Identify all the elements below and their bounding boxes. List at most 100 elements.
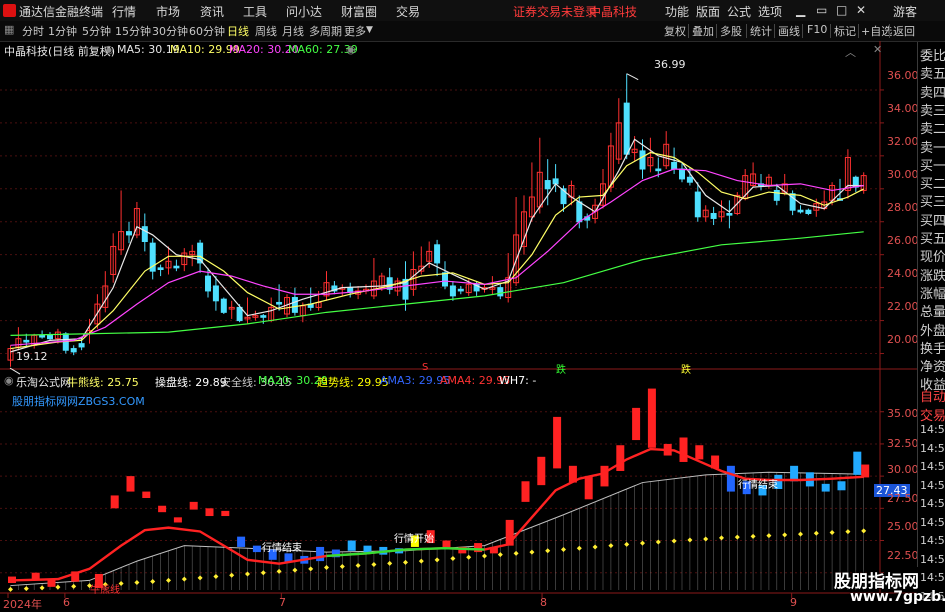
candle-body <box>39 334 46 338</box>
y-tick: 34.00 <box>887 102 919 115</box>
tick-time: 14:56 <box>920 552 945 566</box>
signal-bar <box>442 540 451 549</box>
candle <box>118 190 125 255</box>
candle-body <box>639 150 646 170</box>
candle-body <box>276 301 283 305</box>
bull-bear-dot <box>181 576 187 582</box>
bull-bear-dot <box>39 585 45 591</box>
signal-bar <box>837 481 846 491</box>
x-tick: 6 <box>63 596 70 609</box>
kline-chart[interactable] <box>0 0 945 609</box>
trade-tab[interactable]: 交易 <box>920 405 945 424</box>
tick-time: 14:56 <box>920 478 945 492</box>
bull-bear-dot <box>703 536 709 542</box>
bull-bear-dot <box>766 533 772 539</box>
candle <box>363 284 369 295</box>
settings-icon[interactable]: ◉ <box>104 43 114 56</box>
signal-marker: 跌 <box>681 365 691 376</box>
x-tick: 9 <box>790 596 797 609</box>
y-tick: 32.00 <box>887 135 919 148</box>
candle-body <box>805 209 812 214</box>
candle <box>449 281 456 301</box>
candle-body <box>442 272 448 287</box>
quote-row-label: 换手 <box>920 341 945 357</box>
candle-body <box>671 161 678 170</box>
bull-bear-dot <box>8 586 13 592</box>
candle <box>141 213 148 252</box>
y-tick: 30.00 <box>887 463 919 476</box>
quote-row-label: 总量 <box>920 305 945 321</box>
bull-bear-dot <box>592 544 598 550</box>
candle <box>165 246 172 275</box>
candle <box>228 300 235 319</box>
settings-icon[interactable]: ◉ <box>4 374 14 387</box>
signal-bar <box>142 491 151 499</box>
candle <box>434 239 441 277</box>
trade-tab[interactable]: 自动 <box>920 386 945 405</box>
bull-bear-dot <box>324 565 329 571</box>
candle <box>252 310 259 321</box>
candle <box>110 233 117 283</box>
signal-bar <box>221 510 230 517</box>
candle <box>647 137 654 173</box>
bull-bear-dot <box>308 566 314 572</box>
signal-bar <box>252 545 261 553</box>
candle-body <box>694 191 701 218</box>
y-tick: 22.50 <box>887 549 919 562</box>
bull-bear-dot <box>166 577 171 583</box>
quote-row-label: 卖四 <box>920 85 945 101</box>
stock-label: 中晶科技(日线 前复权) <box>4 45 116 58</box>
candle <box>852 175 859 193</box>
quote-row-label: 现价 <box>920 250 945 266</box>
bull-bear-dot <box>845 529 851 535</box>
candle <box>528 162 535 222</box>
x-tick: 8 <box>540 596 547 609</box>
indicator-value: 趋势线: 29.95 <box>317 376 389 389</box>
candle-body <box>260 315 267 318</box>
candle <box>758 173 764 191</box>
bull-bear-dot <box>513 550 519 556</box>
quote-row-label: 外盘 <box>920 323 945 339</box>
candle <box>552 164 559 193</box>
bull-bear-dot <box>260 570 266 576</box>
signal-bar <box>110 495 119 509</box>
candle <box>489 276 496 295</box>
quote-row-label: 买一 <box>920 158 945 174</box>
bull-bear-dot <box>134 579 140 585</box>
chevron-up-icon[interactable]: ︿ <box>845 44 856 60</box>
candle <box>797 205 804 214</box>
candle <box>370 257 377 300</box>
bull-bear-dot <box>608 543 614 549</box>
candle-body <box>236 306 243 322</box>
signal-marker: S <box>422 362 429 373</box>
candle <box>710 206 717 226</box>
candle-body <box>212 285 219 302</box>
y-tick: 24.00 <box>887 267 919 280</box>
high-price-label: 36.99 <box>654 58 686 71</box>
signal-bar <box>726 465 735 492</box>
candle-body <box>623 102 630 155</box>
tick-time: 14:56 <box>920 423 945 436</box>
signal-bar <box>158 505 167 513</box>
bull-bear-dot <box>671 538 677 544</box>
indicator-value: 牛熊线: 25.75 <box>67 376 139 389</box>
signal-bar <box>647 388 656 448</box>
signal-bar <box>205 508 214 517</box>
bull-bear-dot <box>482 553 487 559</box>
candle <box>844 149 851 199</box>
y-tick: 20.00 <box>887 333 919 346</box>
signal-marker: 跌 <box>556 365 566 376</box>
candle <box>102 271 109 313</box>
bull-bear-label: 牛熊线 <box>90 585 120 596</box>
y-tick: 28.00 <box>887 201 919 214</box>
candle <box>726 200 733 229</box>
bull-bear-dot <box>403 559 408 565</box>
quote-row-label: 卖一 <box>920 140 945 156</box>
annotation-label: 行情结束 <box>262 543 302 554</box>
close-icon[interactable]: ✕ <box>873 43 882 56</box>
candle-body <box>70 348 77 353</box>
signal-bar <box>679 437 688 462</box>
candle <box>331 281 338 295</box>
signal-bar <box>173 517 182 523</box>
settings-icon[interactable]: ◉ <box>346 43 356 56</box>
